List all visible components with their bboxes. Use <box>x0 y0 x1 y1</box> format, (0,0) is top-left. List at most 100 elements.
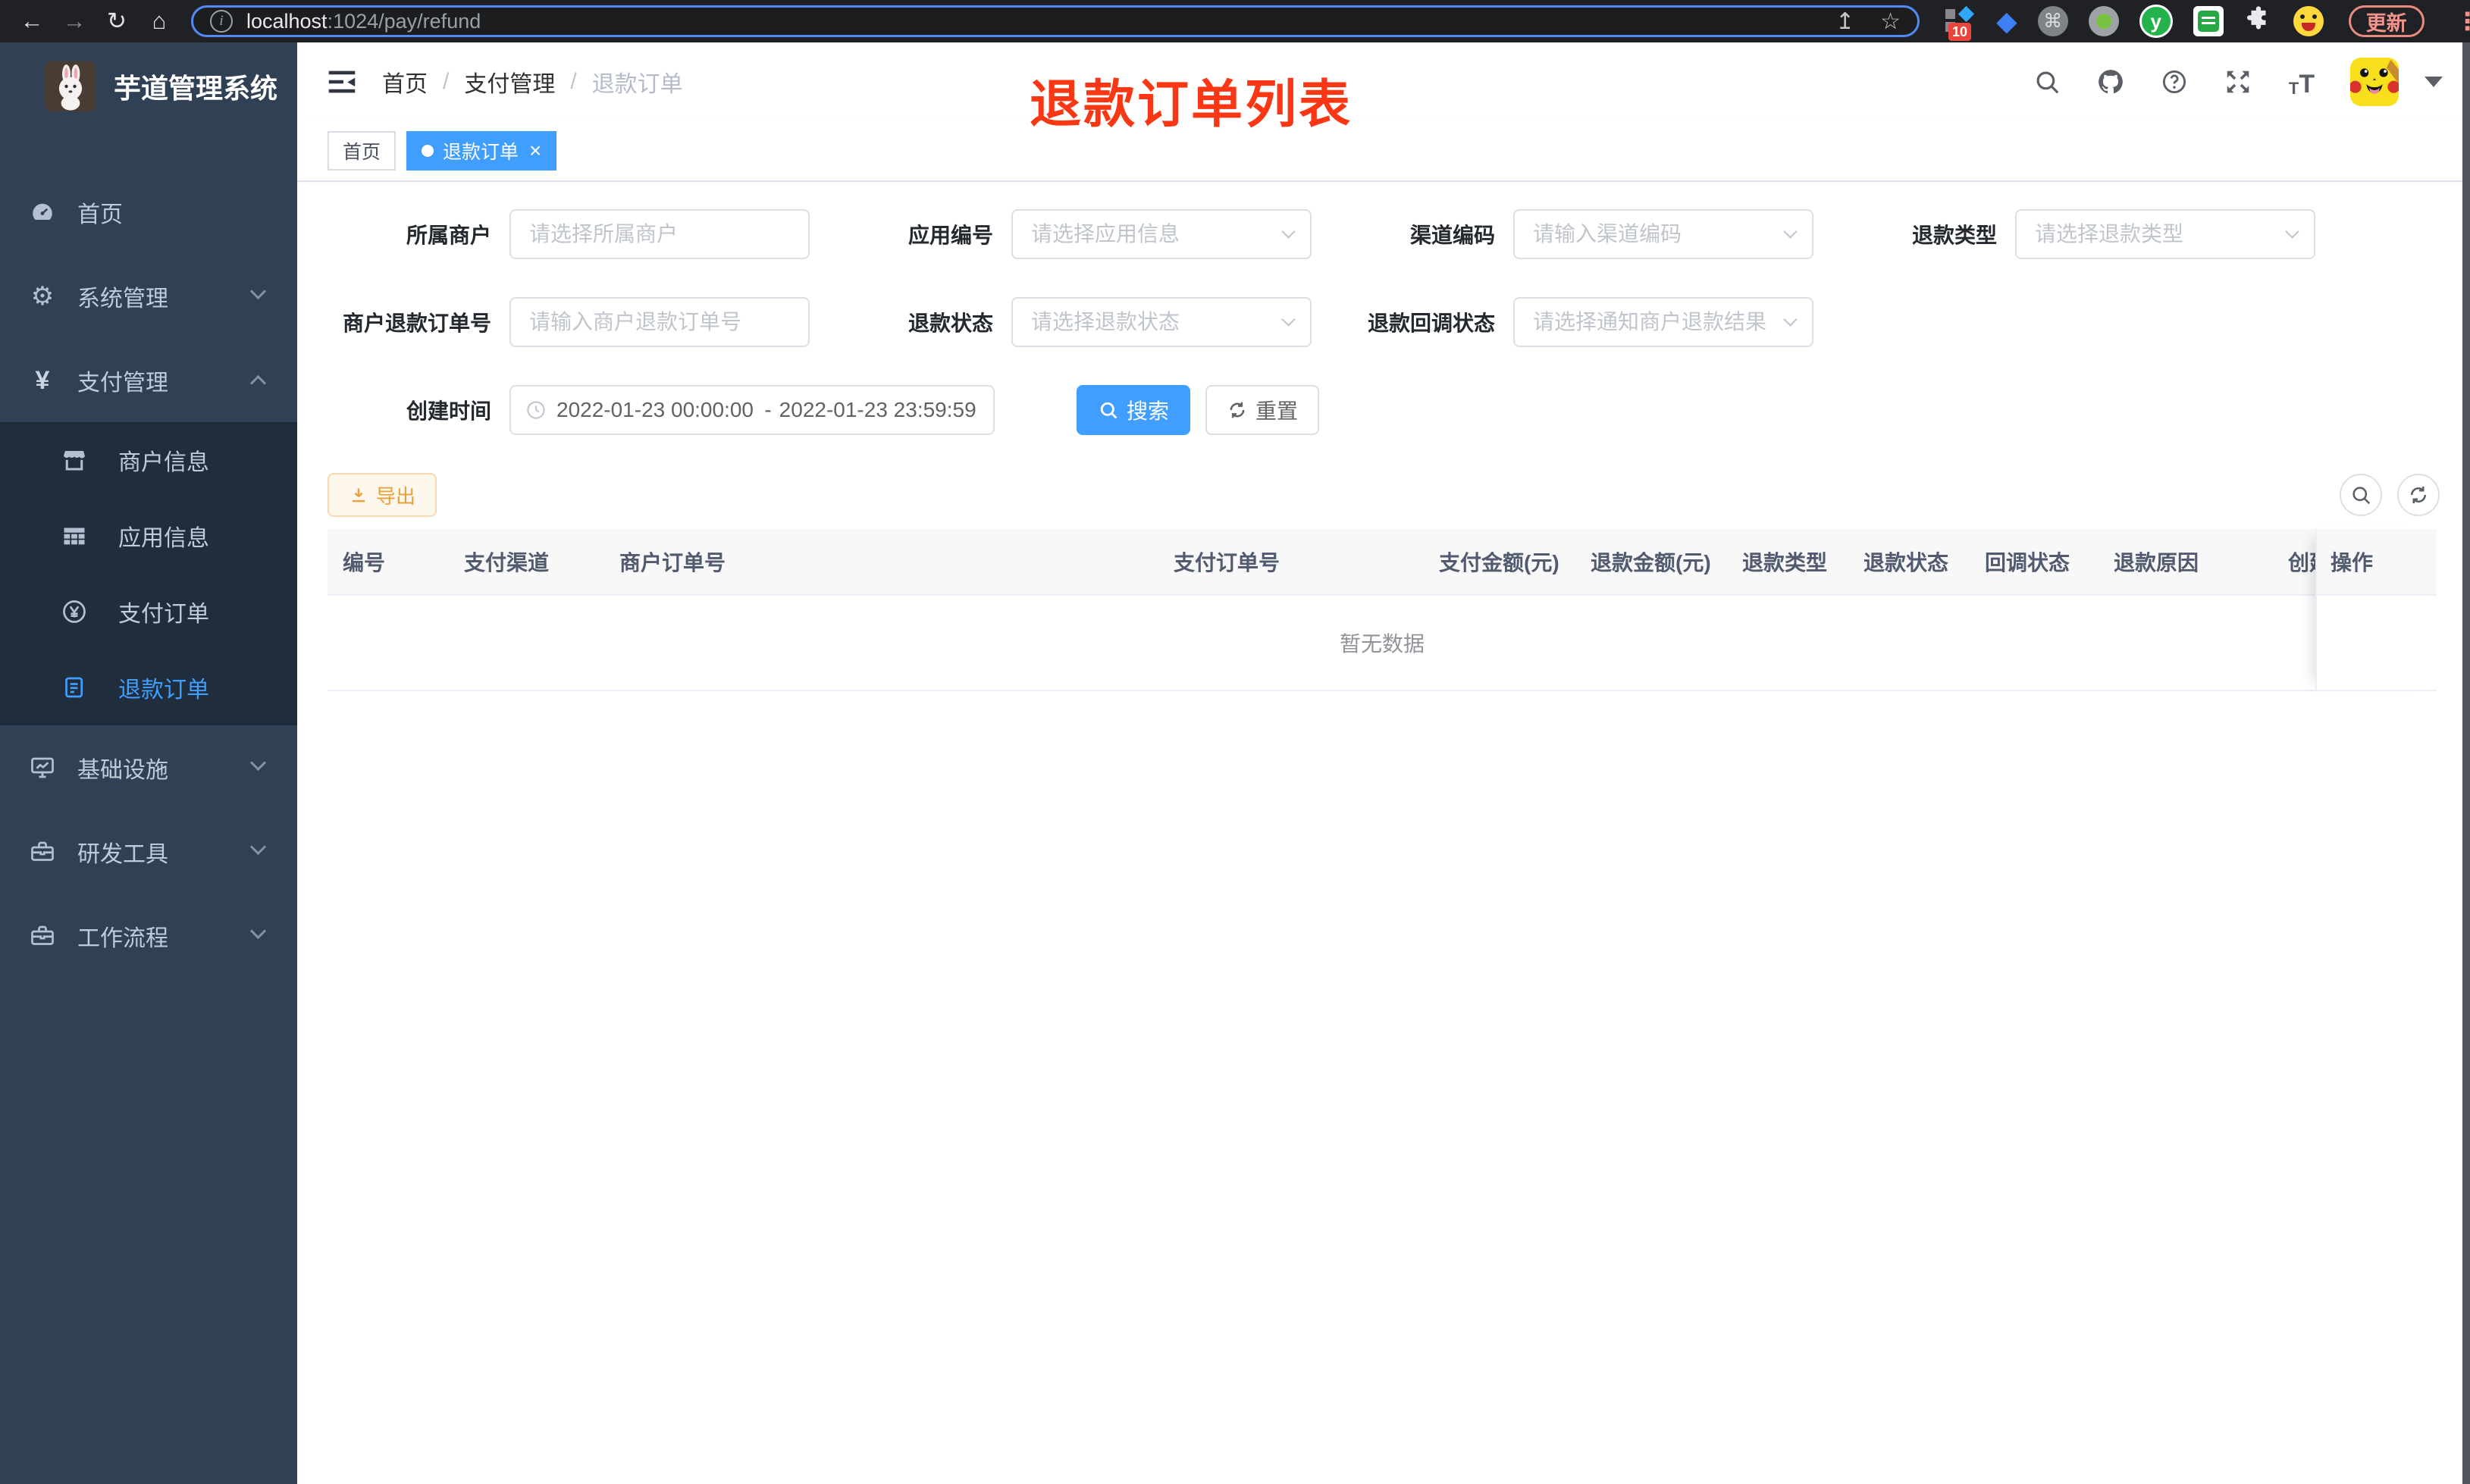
refresh-table-icon[interactable] <box>2397 474 2440 516</box>
green-dot <box>2095 14 2111 29</box>
sidebar-item-infra[interactable]: 基础设施 <box>0 725 297 809</box>
show-search-toggle-icon[interactable] <box>2340 474 2382 516</box>
breadcrumb-item: 退款订单 <box>591 72 683 97</box>
breadcrumb-separator: / <box>443 69 450 94</box>
help-icon[interactable] <box>2159 67 2189 97</box>
extension-chat-icon[interactable] <box>2193 6 2224 36</box>
input-所属商户[interactable] <box>509 209 810 259</box>
grid-icon <box>58 522 91 549</box>
site-info-icon[interactable]: i <box>210 10 233 33</box>
field-label: 退款状态 <box>907 312 993 335</box>
address-bar[interactable]: i localhost:1024/pay/refund ↥ ☆ <box>191 5 1920 37</box>
chevron-down-icon <box>249 922 267 940</box>
browser-toolbar: ← → ↻ ⌂ i localhost:1024/pay/refund ↥ ☆ … <box>0 0 2470 42</box>
top-navbar: 首页 / 支付管理 / 退款订单 退款订单列表 TT <box>297 42 2470 133</box>
chevron-down-icon <box>249 838 267 856</box>
sidebar-item-home[interactable]: 首页 <box>0 170 297 254</box>
field-label: 商户退款订单号 <box>342 312 491 335</box>
column-header-退款金额(元): 退款金额(元) <box>1591 551 1711 575</box>
toolbox-icon <box>26 838 59 866</box>
extension-gem-icon[interactable]: ◆ <box>1996 5 2017 37</box>
extension-command-icon[interactable]: ⌘ <box>2037 6 2068 36</box>
browser-menu-icon[interactable]: ⋮ <box>2456 7 2470 36</box>
filter-field-create-time: 创建时间 2022-01-23 00:00:00 - 2022-01-23 23… <box>328 385 995 435</box>
export-button-label: 导出 <box>376 484 416 508</box>
navbar-actions: TT <box>2032 58 2443 106</box>
extension-dot-icon[interactable] <box>2088 6 2119 36</box>
sidebar-item-merchant-info[interactable]: 商户信息 <box>0 422 297 498</box>
search-button[interactable]: 搜索 <box>1077 385 1190 435</box>
column-header-退款原因: 退款原因 <box>2114 551 2199 575</box>
select-渠道编码[interactable] <box>1513 209 1813 259</box>
select-退款回调状态[interactable] <box>1513 297 1813 347</box>
avatar-dropdown-caret-icon[interactable] <box>2425 77 2443 87</box>
field-label: 退款回调状态 <box>1367 312 1495 335</box>
export-button[interactable]: 导出 <box>328 473 437 517</box>
filter-field-商户退款订单号: 商户退款订单号 <box>328 297 810 347</box>
chevron-down-icon <box>249 283 267 300</box>
extension-badge: 10 <box>1948 23 1972 41</box>
chevron-up-icon <box>249 374 267 392</box>
reload-icon[interactable]: ↻ <box>100 5 133 38</box>
search-button-label: 搜索 <box>1126 399 1169 423</box>
share-icon[interactable]: ↥ <box>1835 8 1854 35</box>
extensions-puzzle-icon[interactable] <box>2244 5 2273 39</box>
yen-icon: ¥ <box>35 365 50 395</box>
back-icon[interactable]: ← <box>15 5 49 38</box>
column-header-回调状态: 回调状态 <box>1985 551 2070 575</box>
home-icon[interactable]: ⌂ <box>143 5 176 38</box>
browser-scrollbar[interactable] <box>2462 42 2470 1484</box>
select-退款类型[interactable] <box>2015 209 2315 259</box>
column-header-支付渠道: 支付渠道 <box>464 551 550 575</box>
github-icon[interactable] <box>2095 67 2126 97</box>
extension-y-icon[interactable]: y <box>2139 5 2173 38</box>
fullscreen-icon[interactable] <box>2223 67 2253 97</box>
field-label: 退款类型 <box>1911 224 1997 247</box>
url-text[interactable]: localhost:1024/pay/refund <box>246 10 481 33</box>
refresh-icon <box>1230 402 1245 418</box>
filter-field-所属商户: 所属商户 <box>328 209 810 259</box>
search-icon[interactable] <box>2032 67 2062 97</box>
user-avatar[interactable] <box>2350 58 2399 106</box>
sidebar-menu-bottom: 基础设施 研发工具 工作流程 <box>0 725 297 978</box>
date-end-value[interactable]: 2022-01-23 23:59:59 <box>779 398 980 422</box>
download-icon <box>352 488 365 502</box>
column-header-商户订单号: 商户订单号 <box>619 551 726 575</box>
reset-button-label: 重置 <box>1255 399 1298 423</box>
document-icon <box>58 674 91 701</box>
tab-退款订单[interactable]: 退款订单 × <box>406 131 557 171</box>
logo-rabbit-image <box>45 61 96 111</box>
sidebar-item-system[interactable]: ⚙ 系统管理 <box>0 254 297 338</box>
sidebar-item-refund-order[interactable]: 退款订单 <box>0 650 297 725</box>
logo-row[interactable]: 芋道管理系统 <box>0 42 297 130</box>
yen-circle-icon <box>58 598 91 625</box>
column-header-支付订单号: 支付订单号 <box>1174 551 1280 575</box>
breadcrumb-item[interactable]: 支付管理 <box>464 65 555 99</box>
sidebar-item-pay-order[interactable]: 支付订单 <box>0 574 297 650</box>
sidebar-item-pay[interactable]: ¥ 支付管理 <box>0 338 297 422</box>
select-应用编号[interactable] <box>1011 209 1312 259</box>
table-tools <box>2340 474 2440 516</box>
select-退款状态[interactable] <box>1011 297 1312 347</box>
breadcrumb-item[interactable]: 首页 <box>382 65 428 99</box>
tab-close-icon[interactable]: × <box>529 140 541 161</box>
tab-首页[interactable]: 首页 × <box>328 131 397 171</box>
reset-button[interactable]: 重置 <box>1205 385 1319 435</box>
sidebar-item-app-info[interactable]: 应用信息 <box>0 498 297 574</box>
browser-update-button[interactable]: 更新 <box>2348 5 2425 37</box>
extensions-row: 10 ◆ ⌘ y 更新 ⋮ <box>1942 5 2470 41</box>
sidebar-collapse-icon[interactable] <box>324 64 359 99</box>
filter-field-退款回调状态: 退款回调状态 <box>1331 297 1813 347</box>
date-range-picker[interactable]: 2022-01-23 00:00:00 - 2022-01-23 23:59:5… <box>509 385 995 435</box>
extension-tabs-icon[interactable]: 10 <box>1942 5 1976 41</box>
sidebar-item-dev-tools[interactable]: 研发工具 <box>0 809 297 894</box>
refund-table: 编号 支付渠道 商户订单号 支付订单号 支付金额(元) 退款金额(元) 退款类型 退款状态 回调… <box>328 529 2437 691</box>
extension-emoji-icon[interactable] <box>2293 6 2324 36</box>
forward-icon[interactable]: → <box>58 5 91 38</box>
font-size-icon[interactable]: TT <box>2287 67 2317 97</box>
sidebar-item-workflow[interactable]: 工作流程 <box>0 894 297 978</box>
column-header-编号: 编号 <box>343 551 386 575</box>
input-商户退款订单号[interactable] <box>509 297 810 347</box>
bookmark-star-icon[interactable]: ☆ <box>1880 8 1901 35</box>
date-start-value[interactable]: 2022-01-23 00:00:00 <box>556 398 757 422</box>
